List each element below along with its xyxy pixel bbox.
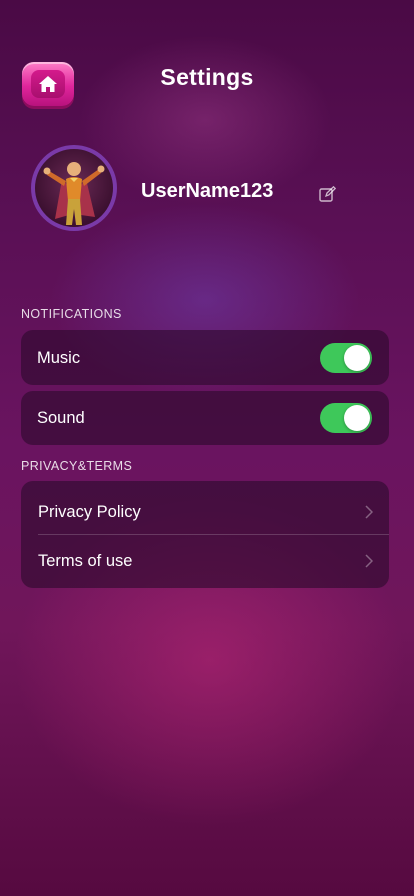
music-setting-row: Music xyxy=(21,330,389,385)
chevron-right-icon xyxy=(365,505,373,519)
toggle-knob xyxy=(344,405,370,431)
terms-of-use-link[interactable]: Terms of use xyxy=(21,536,389,586)
terms-of-use-label: Terms of use xyxy=(38,552,133,570)
privacy-section-label: PRIVACY&TERMS xyxy=(21,459,133,473)
music-label: Music xyxy=(37,349,81,367)
divider xyxy=(38,534,389,535)
page-title: Settings xyxy=(160,64,254,90)
sound-setting-row: Sound xyxy=(21,391,389,445)
chevron-right-icon xyxy=(365,554,373,568)
privacy-policy-link[interactable]: Privacy Policy xyxy=(21,487,389,537)
privacy-policy-label: Privacy Policy xyxy=(38,503,141,521)
sound-toggle[interactable] xyxy=(320,403,372,433)
notifications-section-label: NOTIFICATIONS xyxy=(21,307,122,321)
avatar[interactable] xyxy=(31,145,117,231)
music-toggle[interactable] xyxy=(320,343,372,373)
edit-icon[interactable] xyxy=(319,186,336,203)
privacy-terms-card: Privacy Policy Terms of use xyxy=(21,481,389,588)
username: UserName123 xyxy=(141,180,274,202)
toggle-knob xyxy=(344,345,370,371)
sound-label: Sound xyxy=(37,409,85,427)
character-illustration xyxy=(43,160,105,225)
